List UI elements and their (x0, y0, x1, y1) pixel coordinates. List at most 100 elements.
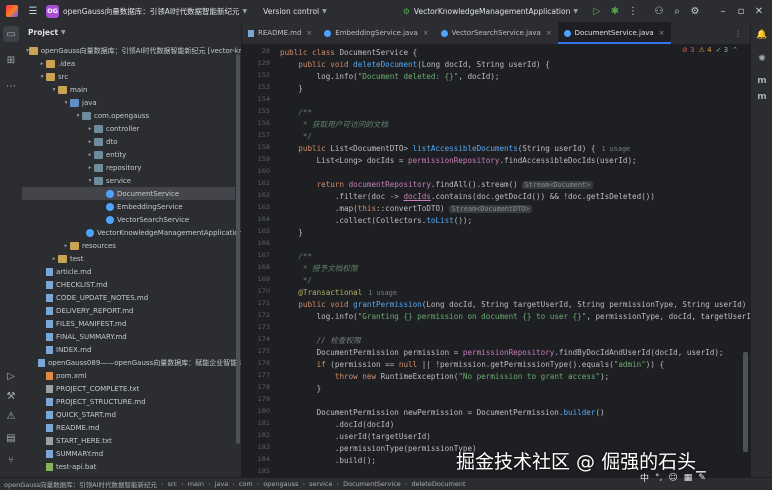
editor-scrollbar[interactable] (743, 352, 748, 452)
project-switcher[interactable]: OG openGauss向量数据库：引领AI时代数据智能新纪元 ▼ (46, 4, 247, 18)
tree-item[interactable]: FINAL_SUMMARY.md (22, 330, 235, 343)
tree-item[interactable]: ▸ controller (22, 122, 235, 135)
problems-tool-icon[interactable]: ⚠ (3, 408, 19, 424)
chevron-right-icon[interactable]: ▸ (62, 243, 70, 249)
code-line[interactable]: * 授予文档权限 (280, 263, 358, 275)
breadcrumb-item[interactable]: DocumentService (343, 480, 401, 488)
chevron-down-icon[interactable]: ▾ (38, 74, 46, 80)
tree-item[interactable]: ▸ .idea (22, 57, 235, 70)
tree-item[interactable]: START_HERE.txt (22, 434, 235, 447)
tree-item[interactable]: ▾ java (22, 96, 235, 109)
breadcrumb-item[interactable]: com (239, 480, 253, 488)
chevron-down-icon[interactable]: ▾ (74, 113, 82, 119)
code-line[interactable]: public class DocumentService { (280, 47, 417, 59)
punctuation-indicator[interactable]: °, (655, 473, 662, 483)
chevron-right-icon[interactable]: ▸ (86, 126, 94, 132)
code-line[interactable]: .build(); (280, 455, 376, 467)
minimize-icon[interactable]: – (714, 2, 732, 20)
code-line[interactable]: public void deleteDocument(Long docId, S… (280, 59, 549, 71)
editor-tab[interactable]: EmbeddingService.java × (318, 22, 434, 44)
vcs-widget[interactable]: Version control ▼ (263, 7, 327, 16)
breadcrumb-item[interactable]: main (188, 480, 204, 488)
chevron-right-icon[interactable]: ▸ (86, 165, 94, 171)
tree-item[interactable]: PROJECT_COMPLETE.txt (22, 382, 235, 395)
tree-item[interactable]: ▾ src (22, 70, 235, 83)
editor-tab[interactable]: DocumentService.java × (557, 22, 671, 44)
code-line[interactable]: @Transactional 1 usage (280, 287, 397, 299)
git-tool-icon[interactable]: ⑂ (3, 452, 19, 468)
database-tool-icon[interactable]: m (755, 74, 769, 88)
tree-item[interactable]: VectorSearchService (22, 213, 235, 226)
chevron-down-icon[interactable]: ▾ (50, 87, 58, 93)
user-icon[interactable]: ⚇ (650, 2, 668, 20)
structure-tool-icon[interactable]: ⊞ (3, 52, 19, 68)
code-line[interactable]: */ (280, 131, 312, 143)
close-icon[interactable]: ✕ (750, 2, 768, 20)
tree-item[interactable]: ▾ openGauss向量数据库：引领AI时代数据智能新纪元 [vector-kn… (22, 44, 241, 57)
close-tab-icon[interactable]: × (423, 29, 429, 37)
code-line[interactable]: public void grantPermission(Long docId, … (280, 299, 750, 311)
code-line[interactable]: DocumentPermission permission = permissi… (280, 347, 724, 359)
code-line[interactable]: log.info("Granting {} permission on docu… (280, 311, 750, 323)
code-line[interactable]: } (280, 83, 303, 95)
tray-icon[interactable]: ☺ (668, 473, 677, 483)
chevron-down-icon[interactable]: ▾ (86, 178, 94, 184)
tray-icon[interactable]: ✎ (698, 473, 706, 483)
tree-item[interactable]: ▸ resources (22, 239, 235, 252)
close-tab-icon[interactable]: × (306, 29, 312, 37)
build-tool-icon[interactable]: ⚒ (3, 388, 19, 404)
maven-tool-icon[interactable]: m (755, 90, 769, 104)
chevron-right-icon[interactable]: ▸ (38, 61, 46, 67)
breadcrumb-item[interactable]: opengauss (263, 480, 298, 488)
code-line[interactable]: public List<DocumentDTO> listAccessibleD… (280, 143, 630, 155)
terminal-tool-icon[interactable]: ▤ (3, 430, 19, 446)
editor-tab[interactable]: VectorSearchService.java × (435, 22, 558, 44)
tree-item[interactable]: ▸ test (22, 252, 235, 265)
tree-item[interactable]: PROJECT_STRUCTURE.md (22, 395, 235, 408)
chevron-right-icon[interactable]: ▸ (50, 256, 58, 262)
tree-item[interactable]: ▸ entity (22, 148, 235, 161)
code-area[interactable]: public class DocumentService { public vo… (280, 45, 750, 477)
tree-item[interactable]: QUICK_START.md (22, 408, 235, 421)
notifications-icon[interactable]: 🔔 (755, 28, 769, 42)
tree-item[interactable]: VectorKnowledgeManagementApplication (22, 226, 241, 239)
code-line[interactable]: } (280, 227, 303, 239)
breadcrumb-item[interactable]: deleteDocument (411, 480, 465, 488)
code-line[interactable]: throw new RuntimeException("No permissio… (280, 371, 609, 383)
chevron-down-icon[interactable]: ▾ (62, 100, 70, 106)
tree-item[interactable]: CHECKLIST.md (22, 278, 235, 291)
ime-indicator[interactable]: 中 (640, 471, 649, 484)
code-line[interactable]: .filter(doc -> docIds.contains(doc.getDo… (280, 191, 655, 203)
tree-item[interactable]: ▸ repository (22, 161, 235, 174)
search-icon[interactable]: ⌕ (668, 2, 686, 20)
tree-item[interactable]: ▾ main (22, 83, 235, 96)
breadcrumb-item[interactable]: java (215, 480, 229, 488)
tree-item[interactable]: FILES_MANIFEST.md (22, 317, 235, 330)
code-line[interactable]: // 检查权限 (280, 335, 361, 347)
project-tool-icon[interactable]: ▭ (3, 26, 19, 42)
code-line[interactable]: .userId(targetUserId) (280, 431, 431, 443)
code-line[interactable]: .permissionType(permissionType) (280, 443, 477, 455)
chevron-right-icon[interactable]: ▸ (86, 139, 94, 145)
tree-item[interactable]: DocumentService (22, 187, 235, 200)
code-line[interactable]: .map(this::convertToDTO) Stream<DocumentD… (280, 203, 533, 215)
breadcrumb-item[interactable]: src (168, 480, 178, 488)
run-icon[interactable]: ▷ (588, 2, 606, 20)
chevron-right-icon[interactable]: ▸ (86, 152, 94, 158)
project-panel-header[interactable]: Project ▼ (22, 22, 241, 42)
tree-item[interactable]: openGauss089——openGauss向量数据库：赋能企业智能知识 (22, 356, 241, 369)
tree-item[interactable]: test-api.bat (22, 460, 235, 473)
tree-item[interactable]: README.md (22, 421, 235, 434)
code-line[interactable]: List<Long> docIds = permissionRepository… (280, 155, 637, 167)
code-line[interactable]: /** (280, 251, 312, 263)
run-tool-icon[interactable]: ▷ (3, 368, 19, 384)
settings-gear-icon[interactable]: ⚙ (686, 2, 704, 20)
maximize-icon[interactable]: ▫ (732, 2, 750, 20)
code-line[interactable]: log.info("Document deleted: {}", docId); (280, 71, 500, 83)
code-line[interactable]: if (permission == null || !permission.ge… (280, 359, 665, 371)
tree-item[interactable]: SUMMARY.md (22, 447, 235, 460)
main-menu-icon[interactable]: ☰ (24, 2, 42, 20)
code-line[interactable]: return documentRepository.findAll().stre… (280, 179, 594, 191)
run-config-selector[interactable]: ⚙ VectorKnowledgeManagementApplication ▼ (403, 7, 578, 16)
code-line[interactable]: } (280, 383, 322, 395)
